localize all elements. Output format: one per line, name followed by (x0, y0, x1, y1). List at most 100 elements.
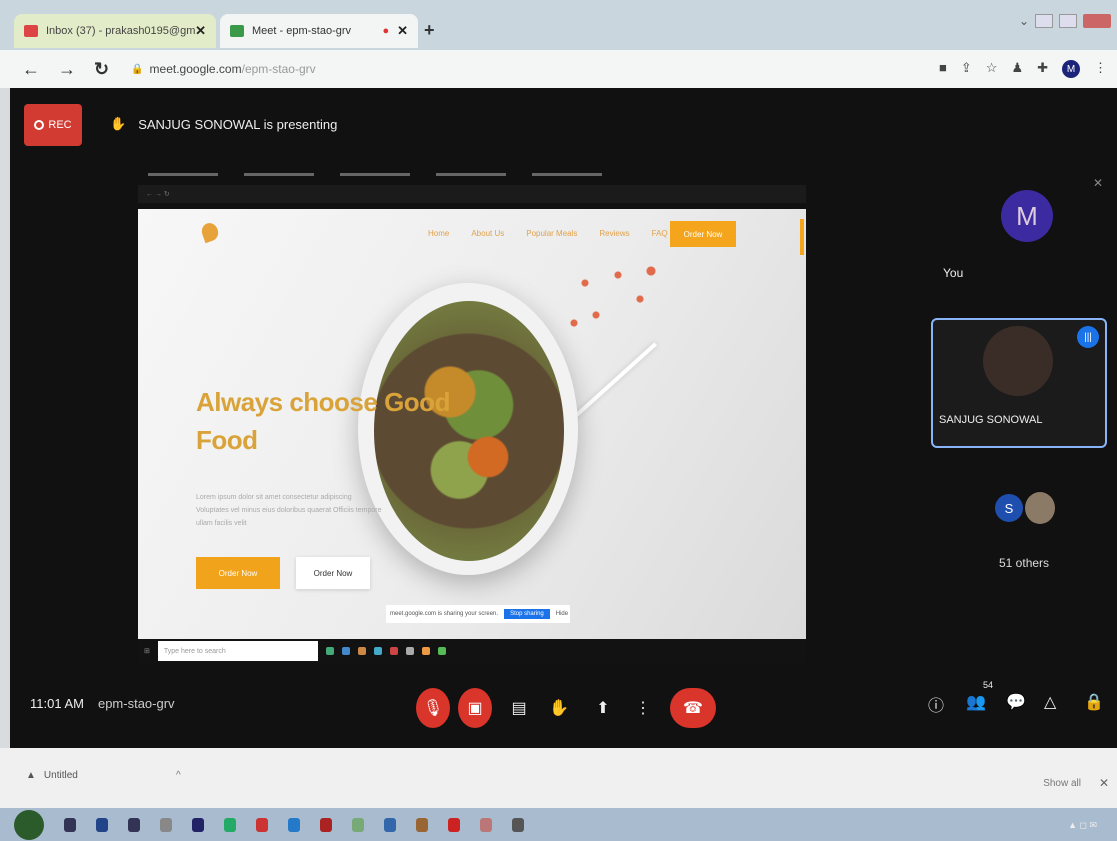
start-button[interactable] (14, 809, 44, 840)
shared-website: Home About Us Popular Meals Reviews FAQ … (138, 209, 806, 639)
speaking-indicator-icon: ||| (1077, 326, 1099, 348)
menu-dots-icon[interactable]: ⋮ (1094, 60, 1107, 78)
taskbar-app-icon[interactable] (416, 817, 428, 832)
meeting-info: 11:01 AM epm-stao-grv (30, 696, 175, 711)
gmail-icon (24, 25, 38, 37)
download-item[interactable]: ▲ Untitled (26, 770, 78, 781)
taskbar-app-icon[interactable] (128, 817, 140, 832)
tile-you[interactable]: ✕ M You (937, 172, 1107, 282)
close-tab-icon[interactable]: ✕ (195, 23, 206, 39)
download-file-name: Untitled (43, 770, 78, 781)
reload-icon[interactable]: ↻ (94, 59, 109, 80)
taskbar-app-icon[interactable] (352, 817, 364, 832)
bookmark-star-icon[interactable]: ☆ (986, 60, 998, 78)
browser-tab-strip: Inbox (37) - prakash0195@gmai ✕ Meet - e… (0, 0, 1117, 50)
chevron-up-icon[interactable]: ^ (176, 770, 181, 781)
minimize-button[interactable] (1035, 14, 1053, 28)
taskbar-app-icon[interactable] (288, 817, 300, 832)
clock-time: 11:01 AM (30, 696, 84, 711)
close-download-bar-icon[interactable]: ✕ (1099, 776, 1109, 790)
shared-taskbar-search: Type here to search (157, 641, 318, 661)
presenting-text: SANJUG SONOWAL is presenting (138, 116, 338, 132)
forward-icon[interactable]: → (58, 59, 76, 80)
taskbar-app-icon[interactable] (96, 817, 108, 832)
windows-icon: ⊞ (144, 648, 150, 655)
others-count-label: 51 others (999, 556, 1050, 570)
meet-icon (230, 25, 244, 37)
site-scroll-indicator (800, 219, 804, 255)
share-notice-text: meet.google.com is sharing your screen. (390, 611, 499, 617)
chat-icon[interactable]: 💬 (1006, 692, 1026, 712)
avatar-you: M (1001, 190, 1053, 242)
back-icon[interactable]: ← (22, 59, 40, 80)
maximize-button[interactable] (1059, 14, 1077, 28)
mic-toggle-button[interactable]: 🎙 (416, 688, 450, 728)
url-path: /epm-stao-grv (241, 62, 316, 76)
system-tray[interactable]: ▲ ◻ ✉ (1068, 820, 1097, 831)
rec-label: REC (48, 119, 72, 131)
download-bar: ▲ Untitled ^ Show all ✕ (0, 748, 1117, 808)
windows-taskbar: ▲ ◻ ✉ (0, 808, 1117, 841)
share-icon[interactable]: ⇪ (961, 60, 972, 78)
avatar-presenter (983, 326, 1053, 396)
people-count-badge: 54 (983, 680, 994, 690)
tile-you-label: You (943, 266, 964, 280)
tile-presenter[interactable]: ||| SANJUG SONOWAL (931, 318, 1107, 448)
mic-off-icon: ✕ (1092, 176, 1103, 190)
site-nav-item: About Us (471, 229, 505, 238)
site-nav-item: Home (428, 229, 450, 238)
taskbar-app-icon[interactable] (64, 817, 76, 832)
record-icon (34, 120, 45, 130)
present-button[interactable]: ⬆ (586, 688, 620, 728)
address-bar-row: ← → ↻ 🔒 meet.google.com/epm-stao-grv ■ ⇪… (0, 50, 1117, 88)
tab-title: Meet - epm-stao-grv (252, 25, 352, 37)
more-options-button[interactable]: ⋮ (626, 688, 660, 728)
meeting-code: epm-stao-grv (97, 696, 175, 711)
url-domain: meet.google.com (149, 62, 242, 76)
show-all-button[interactable]: Show all (1043, 778, 1081, 789)
shared-screen: ← → ↻ Home About Us Popular Meals Review… (138, 163, 806, 753)
taskbar-app-icon[interactable] (320, 817, 332, 832)
raise-hand-button[interactable]: ✋ (542, 688, 576, 728)
host-controls-icon[interactable]: 🔒 (1084, 692, 1104, 712)
tab-gmail[interactable]: Inbox (37) - prakash0195@gmai ✕ (14, 14, 216, 48)
profile-avatar[interactable]: M (1062, 60, 1080, 78)
activities-icon[interactable]: △ (1044, 692, 1056, 712)
camera-toggle-button[interactable]: ▣ (458, 688, 492, 728)
captions-button[interactable]: ▤ (502, 688, 536, 728)
site-logo-icon (199, 220, 221, 244)
taskbar-app-icon[interactable] (384, 817, 396, 832)
camera-in-use-icon[interactable]: ■ (939, 60, 947, 78)
site-nav-item: Popular Meals (526, 229, 578, 238)
site-nav-item: FAQ (651, 229, 668, 238)
close-tab-icon[interactable]: ✕ (397, 23, 408, 39)
meet-window: REC ✋ SANJUG SONOWAL is presenting ← → ↻… (10, 88, 1117, 748)
taskbar-app-icon[interactable] (192, 817, 204, 832)
info-icon[interactable]: ⓘ (928, 692, 944, 716)
people-icon[interactable]: 👥 (966, 692, 986, 712)
close-window-button[interactable] (1083, 14, 1111, 28)
url-field[interactable]: 🔒 meet.google.com/epm-stao-grv (131, 62, 316, 76)
avatar-photo (1025, 492, 1055, 524)
puzzle-icon[interactable]: ✚ (1037, 60, 1048, 78)
recording-indicator-icon: ● (382, 25, 390, 37)
tab-search-icon[interactable]: ⌄ (1019, 14, 1029, 28)
tile-presenter-label: SANJUG SONOWAL (939, 414, 1043, 426)
taskbar-app-icon[interactable] (448, 817, 460, 832)
taskbar-app-icon[interactable] (256, 817, 268, 832)
presenting-banner: ✋ SANJUG SONOWAL is presenting (110, 116, 337, 132)
taskbar-app-icon[interactable] (160, 817, 172, 832)
site-nav: Home About Us Popular Meals Reviews FAQ (428, 229, 668, 238)
new-tab-button[interactable]: + (424, 20, 435, 41)
window-controls: ⌄ (1019, 14, 1111, 28)
tile-others[interactable]: S 51 others (937, 484, 1107, 574)
recording-badge[interactable]: REC (24, 104, 82, 146)
taskbar-app-icon[interactable] (224, 817, 236, 832)
taskbar-app-icon[interactable] (480, 817, 492, 832)
leave-call-button[interactable]: ☎ (670, 688, 716, 728)
shared-address-bar: ← → ↻ (138, 185, 806, 203)
extension-icon[interactable]: ♟ (1011, 60, 1023, 78)
avatar-others: S (995, 494, 1023, 522)
tab-meet[interactable]: Meet - epm-stao-grv ● ✕ (220, 14, 418, 48)
taskbar-app-icon[interactable] (512, 817, 524, 832)
